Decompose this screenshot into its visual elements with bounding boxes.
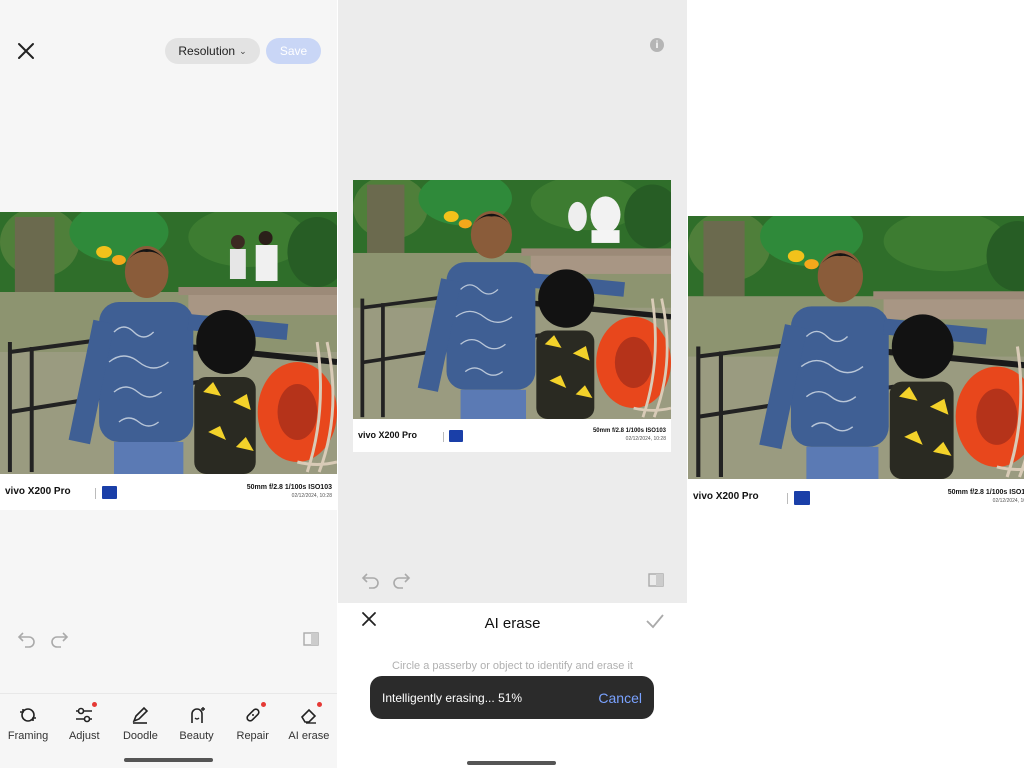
chevron-down-icon: ⌄ [239, 45, 247, 56]
undo-icon[interactable] [360, 571, 380, 594]
zeiss-logo [449, 430, 463, 442]
photo-image [0, 212, 337, 474]
home-indicator [467, 761, 556, 765]
tool-label: Adjust [68, 730, 100, 742]
redo-icon[interactable] [392, 571, 412, 594]
watermark-bar: vivo X200 Pro 50mm f/2.8 1/100s ISO103 0… [0, 474, 337, 510]
zeiss-logo [102, 486, 117, 499]
badge-dot [316, 702, 322, 707]
compare-icon[interactable] [302, 630, 320, 653]
hint-text: Circle a passerby or object to identify … [392, 660, 633, 672]
doodle-icon [129, 704, 151, 726]
screenshot-collage: Resolution ⌄ Save vivo X200 Pro 50mm f/2… [0, 0, 1024, 768]
close-icon[interactable] [14, 39, 38, 63]
beauty-icon [186, 704, 208, 726]
photo-frame: vivo X200 Pro 50mm f/2.8 1/100s ISO103 0… [353, 180, 671, 452]
watermark-specs: 50mm f/2.8 1/100s ISO103 [246, 484, 332, 491]
photo-preview: vivo X200 Pro 50mm f/2.8 1/100s ISO103 0… [688, 216, 1024, 515]
watermark-bar: vivo X200 Pro 50mm f/2.8 1/100s ISO103 0… [688, 479, 1024, 515]
photo-image [688, 216, 1024, 479]
ai-erase-icon [298, 702, 322, 726]
tool-label: Doodle [122, 730, 158, 742]
home-indicator [124, 758, 213, 762]
watermark-date: 02/12/2024, 10:28 [992, 498, 1024, 504]
tool-label: Repair [236, 730, 269, 742]
watermark-bar: vivo X200 Pro 50mm f/2.8 1/100s ISO103 0… [353, 419, 671, 452]
result-panel: vivo X200 Pro 50mm f/2.8 1/100s ISO103 0… [688, 0, 1024, 768]
watermark-date: 02/12/2024, 10:28 [625, 436, 666, 442]
watermark-divider [443, 432, 444, 442]
watermark-brand: vivo X200 Pro [693, 491, 759, 502]
undo-icon[interactable] [16, 630, 36, 653]
tool-adjust[interactable]: Adjust [56, 702, 112, 753]
progress-toast: Intelligently erasing... 51% Cancel [370, 676, 654, 719]
tool-label: Beauty [179, 730, 214, 742]
history-controls [360, 571, 412, 594]
framing-icon [17, 704, 39, 726]
watermark-date: 02/12/2024, 10:28 [291, 493, 332, 499]
progress-text: Intelligently erasing... 51% [382, 690, 523, 705]
tool-label: AI erase [288, 730, 330, 742]
tool-framing[interactable]: Framing [0, 704, 56, 753]
tool-ai-erase[interactable]: AI erase [281, 702, 337, 753]
editor-panel: Resolution ⌄ Save vivo X200 Pro 50mm f/2… [0, 0, 337, 768]
watermark-divider [95, 488, 96, 499]
tool-label: Framing [7, 730, 49, 742]
photo-preview: vivo X200 Pro 50mm f/2.8 1/100s ISO103 0… [0, 212, 337, 510]
badge-dot [92, 702, 98, 707]
watermark-specs: 50mm f/2.8 1/100s ISO103 [947, 489, 1024, 496]
tool-doodle[interactable]: Doodle [112, 704, 168, 753]
photo-preview: vivo X200 Pro 50mm f/2.8 1/100s ISO103 0… [353, 180, 671, 452]
photo-frame: vivo X200 Pro 50mm f/2.8 1/100s ISO103 0… [0, 212, 337, 510]
adjust-icon [73, 702, 98, 726]
check-icon[interactable] [645, 612, 665, 635]
repair-icon [242, 702, 266, 726]
zeiss-logo [794, 491, 810, 505]
tool-bar: Framing Adjust Doodle Beauty Repair AI e… [0, 693, 337, 753]
watermark-divider [787, 493, 788, 504]
photo-image [353, 180, 671, 419]
watermark-specs: 50mm f/2.8 1/100s ISO103 [592, 428, 666, 434]
watermark-brand: vivo X200 Pro [5, 486, 71, 497]
sheet-title: AI erase [484, 615, 541, 632]
photo-frame: vivo X200 Pro 50mm f/2.8 1/100s ISO103 0… [688, 216, 1024, 515]
cancel-button[interactable]: Cancel [598, 690, 642, 706]
compare-icon[interactable] [647, 571, 665, 594]
history-controls [16, 630, 70, 653]
tool-repair[interactable]: Repair [225, 702, 281, 753]
save-button[interactable]: Save [266, 38, 321, 64]
redo-icon[interactable] [50, 630, 70, 653]
ai-erase-panel: i vivo X200 Pro 50mm f/2.8 1/100s ISO103… [338, 0, 687, 768]
watermark-brand: vivo X200 Pro [358, 430, 418, 440]
resolution-dropdown[interactable]: Resolution ⌄ [165, 38, 260, 64]
resolution-label: Resolution [178, 44, 236, 58]
info-icon[interactable]: i [650, 38, 664, 52]
badge-dot [260, 702, 266, 707]
tool-beauty[interactable]: Beauty [169, 704, 225, 753]
